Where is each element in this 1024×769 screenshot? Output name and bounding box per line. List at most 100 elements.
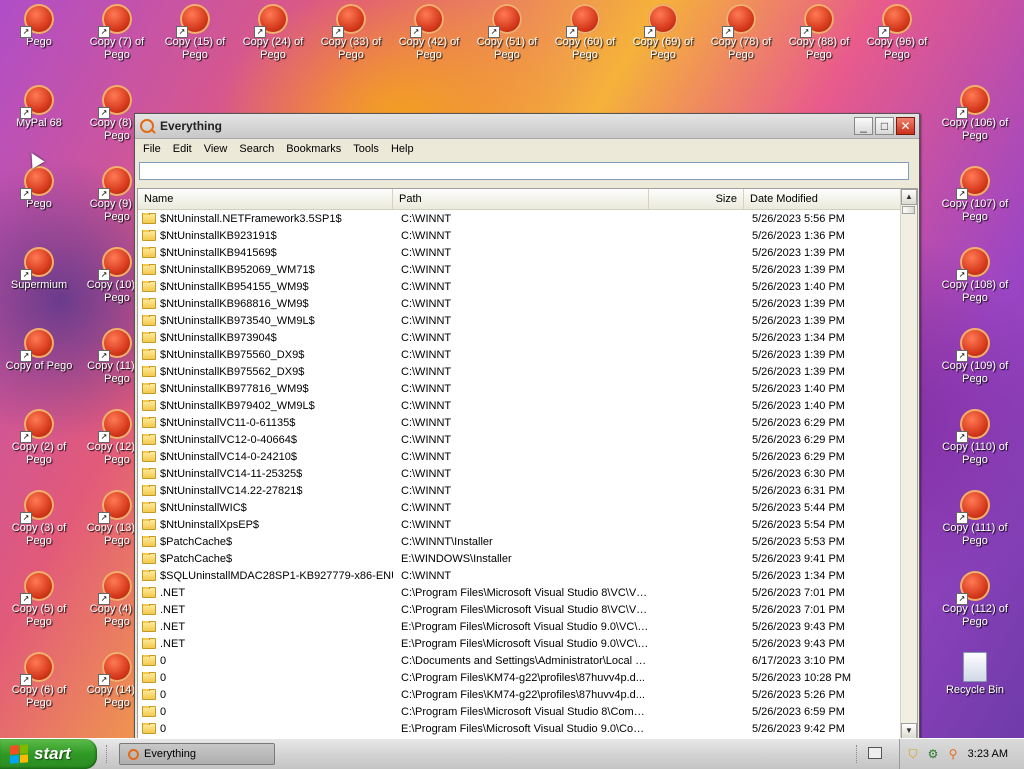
taskbar-grip[interactable]: [856, 745, 861, 763]
title-bar[interactable]: Everything _ □ ✕: [135, 114, 919, 139]
search-input[interactable]: [139, 162, 909, 180]
cell-date-modified: 5/26/2023 5:54 PM: [752, 518, 845, 531]
desktop-icon[interactable]: Copy (108) of Pego: [936, 243, 1014, 305]
menu-search[interactable]: Search: [233, 143, 280, 155]
menu-edit[interactable]: Edit: [167, 143, 198, 155]
desktop-icon[interactable]: MyPal 68: [0, 81, 78, 130]
folder-icon: [142, 671, 156, 683]
desktop-icon[interactable]: Copy (6) of Pego: [0, 648, 78, 710]
menu-help[interactable]: Help: [385, 143, 420, 155]
desktop-icon[interactable]: Pego: [0, 0, 78, 49]
table-row[interactable]: $NtUninstallKB975562_DX9$ C:\WINNT 5/26/20…: [138, 363, 901, 380]
column-path[interactable]: Path: [393, 189, 649, 209]
table-row[interactable]: 0 C:\Program Files\KM74-g22\profiles\87hu…: [138, 686, 901, 703]
table-row[interactable]: $NtUninstallKB968816_WM9$ C:\WINNT 5/26/20…: [138, 295, 901, 312]
scroll-up-arrow-icon[interactable]: ▲: [901, 189, 917, 205]
table-row[interactable]: .NET C:\Program Files\Microsoft Visual St…: [138, 601, 901, 618]
table-row[interactable]: $NtUninstallVC12-0-40664$ C:\WINNT 5/26/20…: [138, 431, 901, 448]
desktop-icon[interactable]: Copy (42) of Pego: [390, 0, 468, 62]
table-row[interactable]: $NtUninstallWIC$ C:\WINNT 5/26/2023 5:44 P…: [138, 499, 901, 516]
desktop-icon[interactable]: Copy (78) of Pego: [702, 0, 780, 62]
desktop-icon[interactable]: Copy (2) of Pego: [0, 405, 78, 467]
table-row[interactable]: $NtUninstallKB977816_WM9$ C:\WINNT 5/26/20…: [138, 380, 901, 397]
table-row[interactable]: .NET C:\Program Files\Microsoft Visual St…: [138, 584, 901, 601]
folder-icon: [142, 382, 156, 394]
start-button[interactable]: start: [0, 739, 97, 769]
table-row[interactable]: 0 C:\Program Files\KM74-g22\profiles\87hu…: [138, 669, 901, 686]
table-row[interactable]: .NET E:\Program Files\Microsoft Visual St…: [138, 618, 901, 635]
table-row[interactable]: 0 C:\Documents and Settings\Administrator…: [138, 652, 901, 669]
column-date-modified[interactable]: Date Modified: [744, 189, 901, 209]
desktop-icon[interactable]: Copy (24) of Pego: [234, 0, 312, 62]
cell-path: C:\WINNT\Installer: [401, 535, 493, 548]
task-button-everything[interactable]: Everything: [119, 743, 275, 765]
column-size[interactable]: Size: [649, 189, 744, 209]
folder-icon: [142, 297, 156, 309]
table-row[interactable]: $NtUninstallKB954155_WM9$ C:\WINNT 5/26/20…: [138, 278, 901, 295]
column-name[interactable]: Name: [138, 189, 393, 209]
table-row[interactable]: $NtUninstallKB979402_WM9L$ C:\WINNT 5/26/2…: [138, 397, 901, 414]
desktop-icon[interactable]: Supermium: [0, 243, 78, 292]
shield-icon[interactable]: ⛉: [906, 747, 920, 761]
clock[interactable]: 3:23 AM: [968, 748, 1008, 760]
table-row[interactable]: $NtUninstallKB923191$ C:\WINNT 5/26/2023 1…: [138, 227, 901, 244]
desktop-icon-label: Pego: [26, 36, 52, 48]
desktop-icon[interactable]: Copy (15) of Pego: [156, 0, 234, 62]
table-row[interactable]: $NtUninstallVC14-11-25325$ C:\WINNT 5/26/2…: [138, 465, 901, 482]
desktop-icon[interactable]: Copy (5) of Pego: [0, 567, 78, 629]
network-icon[interactable]: ⚙: [926, 747, 940, 761]
table-row[interactable]: $PatchCache$ E:\WINDOWS\Installer 5/26/202…: [138, 550, 901, 567]
desktop-icon[interactable]: Copy (96) of Pego: [858, 0, 936, 62]
menu-view[interactable]: View: [198, 143, 234, 155]
keyboard-icon[interactable]: [868, 747, 882, 759]
table-row[interactable]: $NtUninstallKB973540_WM9L$ C:\WINNT 5/26/2…: [138, 312, 901, 329]
desktop-icon[interactable]: Copy (69) of Pego: [624, 0, 702, 62]
desktop-icon-recycle-bin[interactable]: Recycle Bin: [936, 648, 1014, 697]
desktop-icon[interactable]: Copy of Pego: [0, 324, 78, 373]
table-row[interactable]: 0 C:\Program Files\Microsoft Visual Studi…: [138, 703, 901, 720]
menu-bookmarks[interactable]: Bookmarks: [280, 143, 347, 155]
table-row[interactable]: .NET E:\Program Files\Microsoft Visual St…: [138, 635, 901, 652]
desktop-icon[interactable]: Copy (107) of Pego: [936, 162, 1014, 224]
table-row[interactable]: $NtUninstallVC11-0-61135$ C:\WINNT 5/26/20…: [138, 414, 901, 431]
desktop-icon-label: Copy (24) of Pego: [242, 36, 304, 61]
table-row[interactable]: $PatchCache$ C:\WINNT\Installer 5/26/2023 …: [138, 533, 901, 550]
table-row[interactable]: $NtUninstallKB941569$ C:\WINNT 5/26/2023 1…: [138, 244, 901, 261]
table-row[interactable]: $NtUninstallVC14-0-24210$ C:\WINNT 5/26/20…: [138, 448, 901, 465]
desktop-icon[interactable]: Copy (3) of Pego: [0, 486, 78, 548]
table-row[interactable]: $NtUninstallXpsEP$ C:\WINNT 5/26/2023 5:54…: [138, 516, 901, 533]
desktop-icon[interactable]: Copy (106) of Pego: [936, 81, 1014, 143]
cell-date-modified: 5/26/2023 1:39 PM: [752, 365, 845, 378]
table-row[interactable]: $NtUninstallKB975560_DX9$ C:\WINNT 5/26/20…: [138, 346, 901, 363]
maximize-button[interactable]: □: [875, 117, 894, 135]
vertical-scrollbar[interactable]: ▲ ▼: [900, 189, 917, 739]
cell-date-modified: 5/26/2023 5:44 PM: [752, 501, 845, 514]
desktop-icon[interactable]: Copy (60) of Pego: [546, 0, 624, 62]
scroll-down-arrow-icon[interactable]: ▼: [901, 723, 917, 739]
desktop-icon[interactable]: Copy (109) of Pego: [936, 324, 1014, 386]
table-row[interactable]: $NtUninstallKB973904$ C:\WINNT 5/26/2023 1…: [138, 329, 901, 346]
scroll-thumb[interactable]: [902, 206, 915, 214]
close-button[interactable]: ✕: [896, 117, 915, 135]
desktop-icon[interactable]: Copy (111) of Pego: [936, 486, 1014, 548]
minimize-button[interactable]: _: [854, 117, 873, 135]
search-tray-icon[interactable]: ⚲: [946, 747, 960, 761]
table-row[interactable]: $NtUninstall.NETFramework3.5SP1$ C:\WINNT…: [138, 210, 901, 227]
desktop-icon[interactable]: Copy (7) of Pego: [78, 0, 156, 62]
desktop-icon[interactable]: Pego: [0, 162, 78, 211]
table-row[interactable]: 0 E:\Program Files\Microsoft Visual Studi…: [138, 720, 901, 737]
folder-icon: [142, 263, 156, 275]
table-row[interactable]: $SQLUninstallMDAC28SP1-KB927779-x86-ENU$…: [138, 567, 901, 584]
table-row[interactable]: $NtUninstallVC14.22-27821$ C:\WINNT 5/26/2…: [138, 482, 901, 499]
table-row[interactable]: $NtUninstallKB952069_WM71$ C:\WINNT 5/26/2…: [138, 261, 901, 278]
desktop-icon[interactable]: Copy (110) of Pego: [936, 405, 1014, 467]
menu-tools[interactable]: Tools: [347, 143, 385, 155]
desktop-icon[interactable]: Copy (33) of Pego: [312, 0, 390, 62]
taskbar-grip[interactable]: [106, 745, 111, 763]
desktop-icon-label: Copy (106) of Pego: [941, 117, 1009, 142]
desktop-icon[interactable]: Copy (112) of Pego: [936, 567, 1014, 629]
desktop-icon[interactable]: Copy (51) of Pego: [468, 0, 546, 62]
desktop-icon[interactable]: Copy (88) of Pego: [780, 0, 858, 62]
menu-file[interactable]: File: [137, 143, 167, 155]
desktop-icon-label: Copy (51) of Pego: [476, 36, 538, 61]
